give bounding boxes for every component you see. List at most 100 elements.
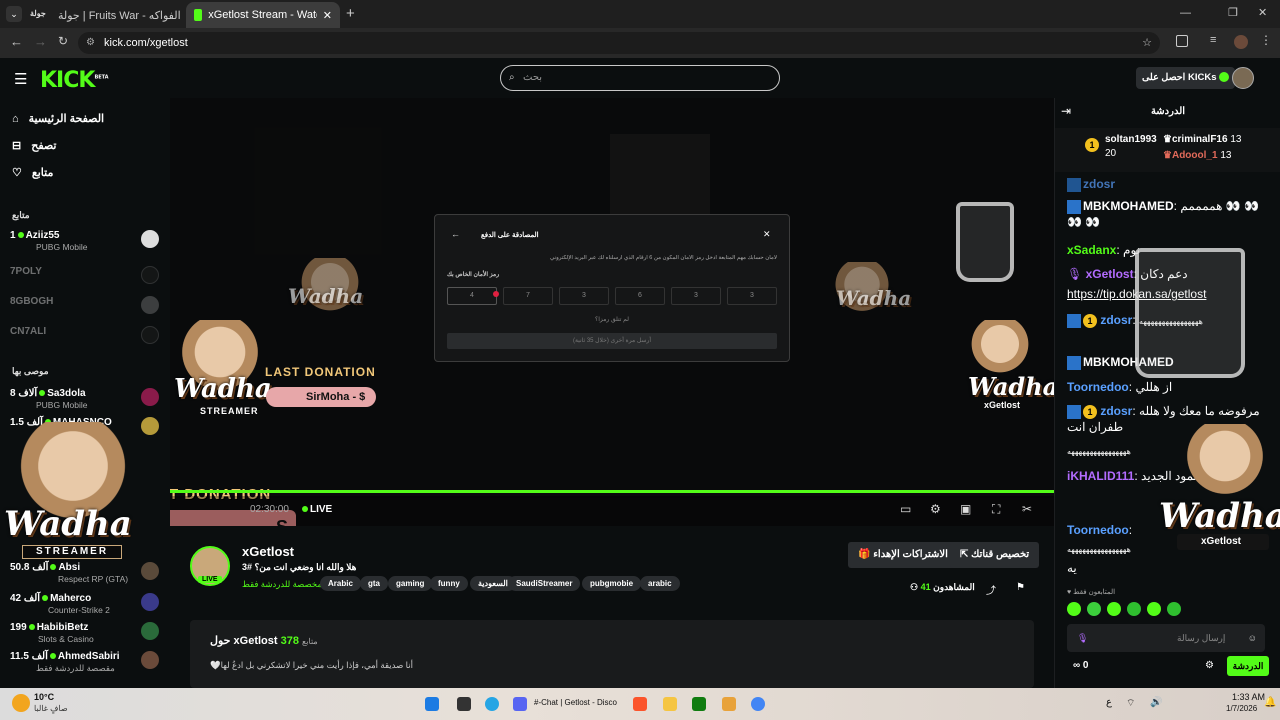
code-digit-input[interactable]: 3 [671, 287, 721, 305]
send-chat-button[interactable]: الدردشة [1227, 656, 1269, 676]
volume-icon[interactable]: 🔊 [1150, 697, 1162, 708]
bookmark-star-icon[interactable]: ☆ [1142, 32, 1152, 54]
customize-channel-button[interactable]: ⇱ تخصيص قناتك [950, 542, 1040, 568]
back-arrow-icon[interactable]: ← [451, 229, 460, 239]
profile-avatar[interactable] [1234, 35, 1248, 49]
close-icon[interactable]: ✕ [763, 229, 771, 240]
chat-username[interactable]: MBKMOHAMED [1083, 199, 1174, 213]
emote-icon[interactable] [1147, 602, 1161, 616]
user-avatar[interactable] [1232, 67, 1254, 89]
url-field[interactable]: ⚙ kick.com/xgetlost ☆ [78, 32, 1160, 54]
chat-username[interactable]: zdosr [1100, 404, 1132, 418]
video-player[interactable]: Wadha Wadha ← المصادقة على الدفع ✕ لأمان… [170, 98, 1054, 526]
reload-icon[interactable]: ↻ [58, 34, 68, 48]
tab-group-label[interactable]: جولة [30, 9, 46, 18]
tab-xgetlost[interactable]: xGetlost Stream - Watch Live on ✕ [186, 2, 340, 28]
recommended-channel[interactable]: 199 HabibiBetz Slots & Casino [10, 620, 160, 646]
progress-bar[interactable] [170, 490, 1054, 493]
extensions-icon[interactable] [1176, 35, 1188, 47]
gift-subs-button[interactable]: 🎁 الاشتراكات الإهداء [848, 542, 958, 568]
leader-name[interactable]: soltan1993 [1105, 134, 1157, 145]
reading-list-icon[interactable]: ≡ [1210, 34, 1216, 46]
tab-fruits-war[interactable]: جولة | Fruits War - حرب الفواكه ✕ [50, 2, 180, 28]
resend-button[interactable]: أرسل مرة أخرى (خلال 35 ثانية) [447, 333, 777, 349]
report-icon[interactable]: ⚑ [1016, 582, 1025, 593]
settings-icon[interactable]: ⚙ [930, 502, 941, 516]
app-icon[interactable] [722, 697, 736, 711]
stream-tag[interactable]: gta [360, 576, 388, 591]
fullscreen-icon[interactable]: ⛶ [992, 502, 1000, 517]
following-channel[interactable]: 8GBOGH [10, 294, 160, 320]
emote-icon[interactable] [1087, 602, 1101, 616]
emote-icon[interactable] [1107, 602, 1121, 616]
sidebar-item-browse[interactable]: ⊟ تصفح [12, 139, 56, 152]
kicks-balance[interactable]: ∞ 0 [1073, 660, 1088, 671]
brave-icon[interactable] [633, 697, 647, 711]
emoji-icon[interactable]: ☺ [1248, 624, 1257, 652]
chat-username[interactable]: xGetlost [1086, 267, 1134, 281]
stream-tag[interactable]: arabic [640, 576, 680, 591]
recommended-channel[interactable]: 8 آلاف Sa3dola PUBG Mobile [10, 386, 160, 412]
active-window-label[interactable]: #-Chat | Getlost - Disco [534, 698, 617, 707]
code-digit-input[interactable]: 3 [727, 287, 777, 305]
stream-tag[interactable]: SaudiStreamer [508, 576, 581, 591]
live-indicator[interactable]: LIVE [300, 504, 332, 515]
streamer-name[interactable]: xGetlost [242, 544, 294, 559]
discord-icon[interactable] [513, 697, 527, 711]
emote-icon[interactable] [1067, 602, 1081, 616]
chat-username[interactable]: Toornedoo [1067, 380, 1129, 394]
notification-icon[interactable]: 🔔 [1264, 697, 1276, 708]
get-kicks-button[interactable]: احصل على KICKs [1136, 67, 1236, 89]
chat-username[interactable]: Toornedoo [1067, 523, 1129, 537]
site-info-icon[interactable]: ⚙ [86, 32, 95, 54]
forward-icon[interactable]: → [34, 34, 47, 49]
theater-mode-icon[interactable]: ▭ [900, 502, 911, 516]
telegram-icon[interactable] [485, 697, 499, 711]
search-input[interactable]: ⌕ بحث [500, 65, 780, 91]
menu-icon[interactable]: ⋮ [1260, 33, 1272, 47]
pip-icon[interactable]: ▣ [960, 502, 971, 516]
emote-icon[interactable] [1127, 602, 1141, 616]
clock-date[interactable]: 1/7/2026 [1226, 704, 1257, 713]
chat-settings-icon[interactable]: ⚙ [1205, 660, 1214, 671]
following-channel[interactable]: CN7ALI [10, 324, 160, 350]
chat-username[interactable]: xSadanx [1067, 243, 1116, 257]
leader-entry[interactable]: ♛Adoool_1 13 [1163, 150, 1231, 161]
clip-icon[interactable]: ✂ [1022, 502, 1032, 516]
stream-tag[interactable]: funny [430, 576, 468, 591]
stream-tag[interactable]: Arabic [320, 576, 361, 591]
recommended-channel[interactable]: 42 آلف Maherco Counter-Strike 2 [10, 591, 160, 617]
chat-username[interactable]: zdosr [1083, 177, 1115, 191]
share-icon[interactable]: ⤴ [986, 582, 996, 597]
file-explorer-icon[interactable] [663, 697, 677, 711]
stream-tag[interactable]: pubgmobie [582, 576, 642, 591]
code-digit-input[interactable]: 7 [503, 287, 553, 305]
chrome-icon[interactable] [751, 697, 765, 711]
sidebar-item-home[interactable]: ⌂ الصفحة الرئيسية [12, 112, 104, 126]
stream-category[interactable]: مخصصة للدردشة فقط [242, 579, 322, 590]
clock-time[interactable]: 1:33 AM [1232, 692, 1265, 702]
new-tab-button[interactable]: + [346, 5, 355, 22]
wifi-icon[interactable]: ⌔ [1126, 697, 1135, 710]
recommended-channel[interactable]: 50.8 آلف Absi Respect RP (GTA) [10, 560, 160, 586]
leader-entry[interactable]: ♛criminalF16 13 [1163, 134, 1241, 145]
following-channel[interactable]: 1 Aziiz55 PUBG Mobile [10, 228, 160, 254]
tab-list-button[interactable]: ⌄ [6, 6, 22, 22]
code-digit-input[interactable]: 3 [559, 287, 609, 305]
back-icon[interactable]: ← [10, 34, 23, 49]
sidebar-item-following[interactable]: ♡ متابع [12, 166, 53, 179]
following-channel[interactable]: 7POLY [10, 264, 160, 290]
weather-icon[interactable] [12, 694, 30, 712]
code-digit-input[interactable]: 4 [447, 287, 497, 305]
recommended-channel[interactable]: 11.5 آلف AhmedSabiri مقصصة للدردشة فقط [10, 649, 160, 675]
start-menu-icon[interactable] [425, 697, 439, 711]
chat-username[interactable]: iKHALID111 [1067, 469, 1134, 483]
chat-input[interactable]: 🎙 إرسال رسالة ☺ [1067, 624, 1265, 652]
chat-username[interactable]: zdosr [1100, 313, 1132, 327]
stream-tag[interactable]: gaming [388, 576, 433, 591]
close-window-icon[interactable]: ✕ [1258, 6, 1267, 19]
emote-icon[interactable] [1167, 602, 1181, 616]
maximize-icon[interactable]: ❐ [1228, 6, 1238, 19]
language-indicator[interactable]: ع [1106, 697, 1112, 708]
mic-icon[interactable]: 🎙 [1077, 624, 1088, 652]
